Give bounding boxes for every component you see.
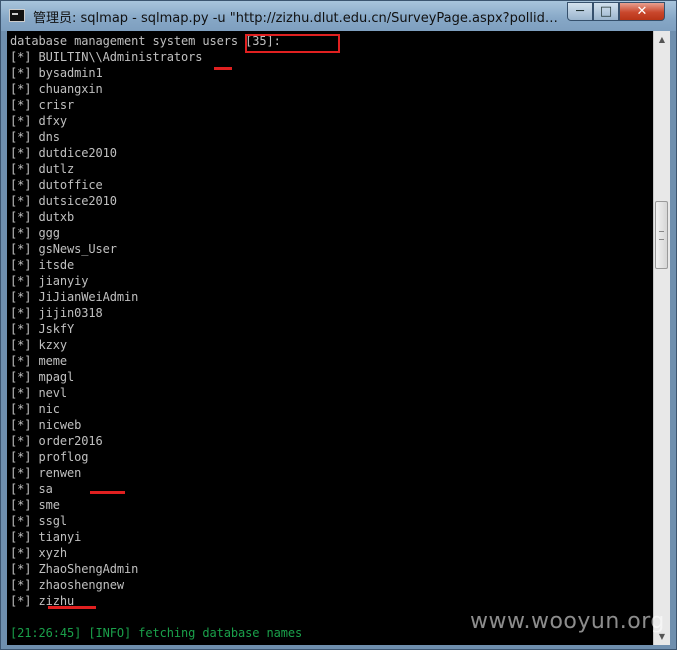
console-window: 管理员: sqlmap - sqlmap.py -u "http://zizhu… <box>0 0 677 650</box>
user-list-item: [*] crisr <box>10 98 75 112</box>
minimize-button[interactable]: ─ <box>567 2 593 21</box>
user-list-item: [*] xyzh <box>10 546 67 560</box>
user-list-item: [*] meme <box>10 354 67 368</box>
user-list-item: [*] dutdice2010 <box>10 146 117 160</box>
user-list-item: [*] dutxb <box>10 210 75 224</box>
user-list-item: [*] JiJianWeiAdmin <box>10 290 139 304</box>
watermark-text: www.wooyun.org <box>470 609 665 634</box>
user-list-item: [*] dns <box>10 130 60 144</box>
console-icon[interactable] <box>9 9 25 22</box>
user-list-item: [*] bysadmin1 <box>10 66 103 80</box>
user-list-item: [*] dfxy <box>10 114 67 128</box>
scroll-up-arrow[interactable]: ▲ <box>654 31 670 48</box>
user-list-item: [*] nic <box>10 402 60 416</box>
user-list-item: [*] jijin0318 <box>10 306 103 320</box>
user-list-item: [*] order2016 <box>10 434 103 448</box>
annotation-underline-sa <box>90 491 125 494</box>
user-list-item: [*] gsNews_User <box>10 242 117 256</box>
user-list-item: [*] jianyiy <box>10 274 89 288</box>
maximize-button[interactable]: □ <box>593 2 619 21</box>
user-list-item: [*] dutlz <box>10 162 75 176</box>
vertical-scrollbar[interactable]: ▲ ▼ <box>653 31 670 645</box>
user-list-item: [*] renwen <box>10 466 82 480</box>
user-list-item: [*] sa <box>10 482 53 496</box>
window-title: 管理员: sqlmap - sqlmap.py -u "http://zizhu… <box>33 11 561 26</box>
user-list-item: [*] nicweb <box>10 418 82 432</box>
user-list-item: [*] proflog <box>10 450 89 464</box>
user-list-item: [*] ssgl <box>10 514 67 528</box>
annotation-underline-administrators <box>214 67 232 70</box>
user-list-item: [*] ZhaoShengAdmin <box>10 562 139 576</box>
user-list-item: [*] zhaoshengnew <box>10 578 124 592</box>
user-list-item: [*] JskfY <box>10 322 75 336</box>
annotation-underline-zizhu <box>48 606 96 609</box>
user-list-item: [*] chuangxin <box>10 82 103 96</box>
info-status-line: [21:26:45] [INFO] fetching database name… <box>10 626 303 640</box>
user-list-item: [*] dutoffice <box>10 178 103 192</box>
user-list-item: [*] sme <box>10 498 60 512</box>
user-list-item: [*] ggg <box>10 226 60 240</box>
title-bar[interactable]: 管理员: sqlmap - sqlmap.py -u "http://zizhu… <box>1 1 676 31</box>
scrollbar-thumb[interactable] <box>655 201 668 269</box>
console-output[interactable]: database management system users [35]: [… <box>7 31 653 645</box>
user-list-item: [*] nevl <box>10 386 67 400</box>
users-header-line: database management system users [35]: <box>10 34 281 48</box>
user-list-item: [*] BUILTIN\\Administrators <box>10 50 203 64</box>
user-list-item: [*] tianyi <box>10 530 82 544</box>
user-list-item: [*] mpagl <box>10 370 75 384</box>
user-list-item: [*] dutsice2010 <box>10 194 117 208</box>
close-button[interactable]: ✕ <box>619 2 665 21</box>
annotation-box-user-count <box>245 34 340 53</box>
user-list-item: [*] itsde <box>10 258 75 272</box>
user-list-item: [*] kzxy <box>10 338 67 352</box>
